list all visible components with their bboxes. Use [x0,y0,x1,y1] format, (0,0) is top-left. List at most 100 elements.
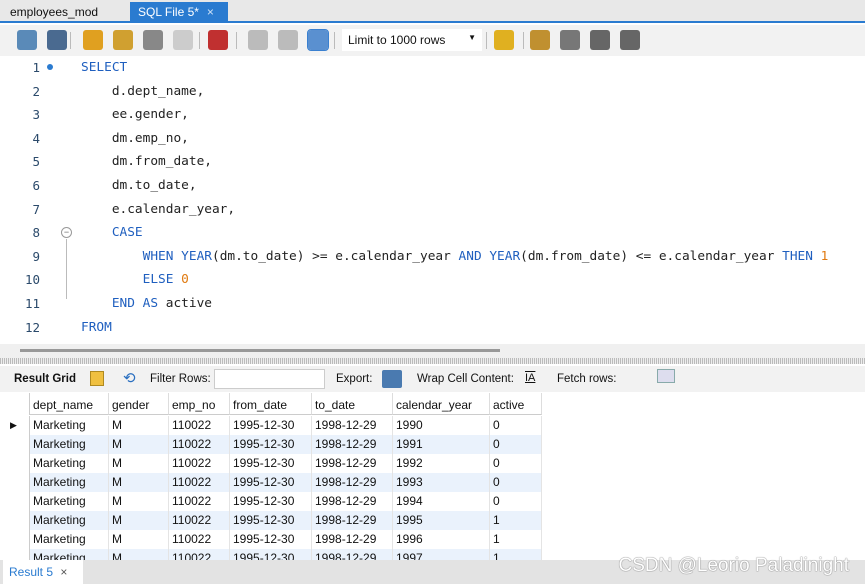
grid-cell[interactable]: 1998-12-29 [312,511,393,530]
code-line[interactable]: ELSE 0 [81,272,189,287]
grid-cell[interactable]: M [109,416,169,435]
sql-editor[interactable]: − 1 SELECT 2 d.dept_name, 3 ee.gender, 4 dm.… [0,56,865,344]
grid-cell[interactable]: Marketing [30,473,109,492]
save-icon[interactable] [47,30,67,50]
beautify-icon[interactable] [530,30,550,50]
grid-cell[interactable]: 1998-12-29 [312,530,393,549]
code-line[interactable]: CASE [81,225,143,240]
grid-cell[interactable]: 1993 [393,473,490,492]
grid-cell[interactable]: 0 [490,435,542,454]
export-icon[interactable] [382,370,402,388]
tab-employees-mod[interactable]: employees_mod [2,2,128,23]
row-indicator[interactable]: ▶ [5,416,30,435]
code-line[interactable]: SELECT [81,60,127,75]
grid-cell[interactable]: 1995-12-30 [230,454,312,473]
grid-cell[interactable]: 110022 [169,435,230,454]
open-folder-icon[interactable] [17,30,37,50]
code-line[interactable]: dm.to_date, [81,178,197,193]
table-row[interactable]: Marketing M 110022 1995-12-30 1998-12-29 1995… [5,511,542,530]
grid-cell[interactable]: 1 [490,511,542,530]
grid-cell[interactable]: Marketing [30,530,109,549]
add-snippet-icon[interactable] [494,30,514,50]
grid-cell[interactable]: 1998-12-29 [312,435,393,454]
grid-cell[interactable]: 1990 [393,416,490,435]
fold-toggle-icon[interactable]: − [61,227,72,238]
grid-cell[interactable]: M [109,454,169,473]
grid-cell[interactable]: Marketing [30,416,109,435]
horizontal-scrollbar[interactable] [0,344,865,358]
grid-cell[interactable]: 1995 [393,511,490,530]
result-grid-button[interactable]: Result Grid [14,373,76,385]
column-header-from-date[interactable]: from_date [230,393,312,415]
autocommit-icon[interactable] [307,29,329,51]
grid-layout-icon[interactable] [90,371,104,386]
row-indicator[interactable] [5,473,30,492]
column-header-to-date[interactable]: to_date [312,393,393,415]
grid-header[interactable]: dept_name gender emp_no from_date to_date cal… [5,393,542,415]
grid-cell[interactable]: M [109,473,169,492]
grid-cell[interactable]: 1995-12-30 [230,530,312,549]
grid-cell[interactable]: 1998-12-29 [312,416,393,435]
code-line[interactable]: dm.emp_no, [81,131,189,146]
column-header-emp-no[interactable]: emp_no [169,393,230,415]
grid-cell[interactable]: 0 [490,473,542,492]
grid-cell[interactable]: M [109,530,169,549]
grid-cell[interactable]: M [109,492,169,511]
grid-cell[interactable]: Marketing [30,454,109,473]
wrap-icon[interactable] [620,30,640,50]
grid-cell[interactable]: M [109,511,169,530]
grid-cell[interactable]: 110022 [169,530,230,549]
grid-cell[interactable]: M [109,435,169,454]
row-indicator[interactable] [5,511,30,530]
row-indicator[interactable] [5,530,30,549]
code-line[interactable]: e.calendar_year, [81,202,235,217]
close-icon[interactable]: × [60,565,67,579]
code-line[interactable]: ee.gender, [81,107,189,122]
grid-cell[interactable]: Marketing [30,492,109,511]
grid-cell[interactable]: 1995-12-30 [230,416,312,435]
fetch-rows-icon[interactable] [657,369,675,383]
table-row[interactable]: Marketing M 110022 1995-12-30 1998-12-29 1993… [5,473,542,492]
close-icon[interactable]: × [207,5,214,19]
wrap-cell-icon[interactable]: IA [525,372,535,384]
grid-cell[interactable]: 0 [490,492,542,511]
grid-cell[interactable]: 0 [490,454,542,473]
grid-cell[interactable]: 1995-12-30 [230,473,312,492]
execute-current-icon[interactable] [113,30,133,50]
grid-cell[interactable]: 110022 [169,511,230,530]
limit-rows-select[interactable]: Limit to 1000 rows ▼ [342,29,482,51]
filter-rows-input[interactable] [214,369,325,389]
code-line[interactable]: FROM [81,320,112,335]
table-row[interactable]: ▶ Marketing M 110022 1995-12-30 1998-12-29 199… [5,416,542,435]
tab-sql-file-5[interactable]: SQL File 5* × [130,2,228,23]
grid-cell[interactable]: 0 [490,416,542,435]
scrollbar-thumb[interactable] [20,349,500,352]
grid-cell[interactable]: 1998-12-29 [312,492,393,511]
grid-cell[interactable]: 1994 [393,492,490,511]
row-indicator[interactable] [5,454,30,473]
column-header-active[interactable]: active [490,393,542,415]
grid-cell[interactable]: 1995-12-30 [230,511,312,530]
table-row[interactable]: Marketing M 110022 1995-12-30 1998-12-29 1991… [5,435,542,454]
rollback-icon[interactable] [278,30,298,50]
code-line[interactable]: END AS active [81,296,212,311]
grid-cell[interactable]: 1998-12-29 [312,454,393,473]
code-line[interactable]: dm.from_date, [81,154,212,169]
tab-result-5[interactable]: Result 5 × [3,560,83,584]
stop-icon[interactable] [173,30,193,50]
column-header-calendar-year[interactable]: calendar_year [393,393,490,415]
column-header-gender[interactable]: gender [109,393,169,415]
grid-cell[interactable]: 1995-12-30 [230,435,312,454]
grid-cell[interactable]: Marketing [30,435,109,454]
commit-icon[interactable] [248,30,268,50]
table-row[interactable]: Marketing M 110022 1995-12-30 1998-12-29 1992… [5,454,542,473]
row-indicator[interactable] [5,492,30,511]
row-indicator[interactable] [5,435,30,454]
grid-cell[interactable]: 1 [490,530,542,549]
grid-cell[interactable]: 1995-12-30 [230,492,312,511]
grid-cell[interactable]: 1996 [393,530,490,549]
grid-cell[interactable]: 1992 [393,454,490,473]
grid-cell[interactable]: Marketing [30,511,109,530]
refresh-icon[interactable]: ⟲ [123,369,136,387]
code-line[interactable]: WHEN YEAR(dm.to_date) >= e.calendar_year… [81,249,829,264]
